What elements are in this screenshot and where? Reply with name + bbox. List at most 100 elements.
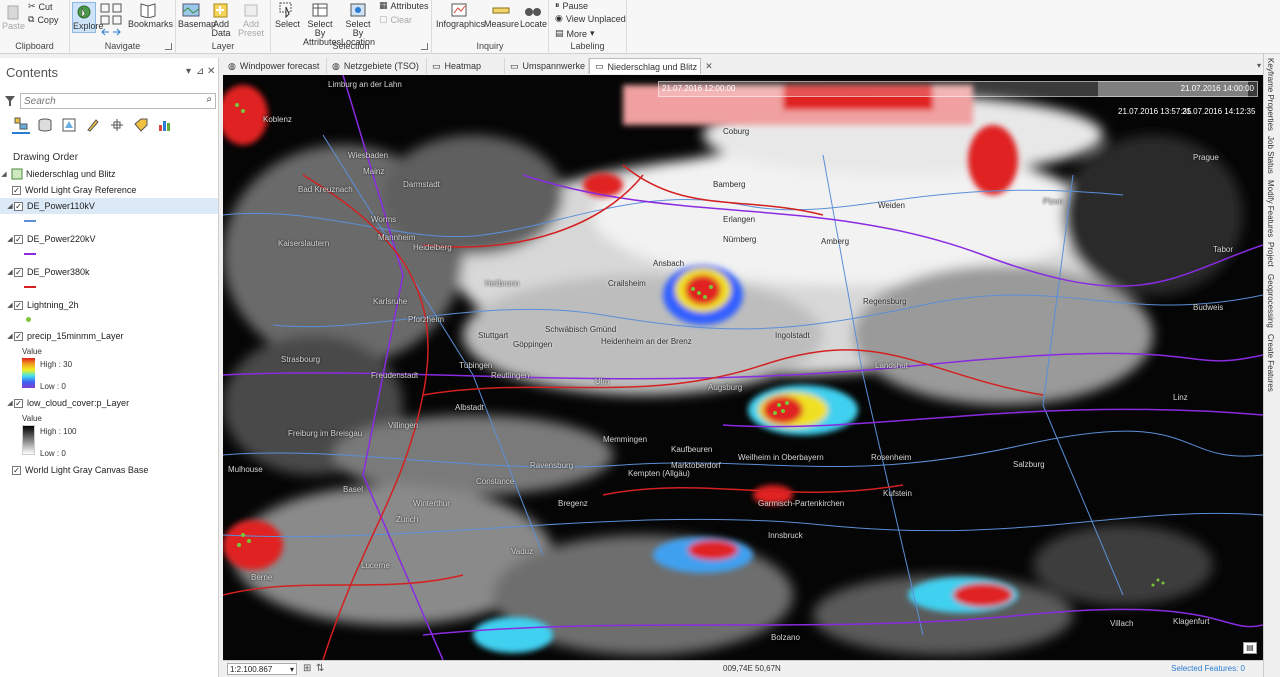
fixed-scale-icon[interactable]: ⊞ bbox=[303, 663, 311, 674]
tab-netzgebiete[interactable]: ◍ Netzgebiete (TSO) bbox=[327, 58, 427, 74]
map-status-bar: 1:2.100.867 ▾ ⊞ ⇅ 009,74E 50,67N Selected… bbox=[223, 660, 1263, 677]
selection-group: Select Select By Attributes Select By Lo… bbox=[271, 0, 432, 54]
measure-button[interactable]: Measure bbox=[484, 2, 519, 29]
cloud-legend-value-label: Value bbox=[22, 414, 42, 423]
map-label: Heidenheim an der Brenz bbox=[601, 337, 692, 346]
time-extent-handle[interactable] bbox=[1098, 81, 1248, 97]
contents-pane: Contents ▾ ⊿ ✕ ⌕ Drawing Order ◢ bbox=[0, 58, 219, 677]
dock-tab-modify-features[interactable]: Modify Features bbox=[1266, 180, 1275, 237]
view-unplaced-button[interactable]: ◉ View Unplaced bbox=[555, 13, 626, 24]
toc-layer-lightning-2h[interactable]: ◢ ✓ Lightning_2h bbox=[0, 297, 218, 313]
close-tab-icon[interactable]: ✕ bbox=[705, 61, 713, 72]
dock-tab-project[interactable]: Project bbox=[1266, 242, 1275, 267]
toc-layer-world-light-gray-canvas-base[interactable]: ✓ World Light Gray Canvas Base bbox=[0, 462, 218, 478]
cut-button[interactable]: ✂ Cut bbox=[28, 1, 53, 12]
list-by-selection-button[interactable] bbox=[60, 116, 78, 134]
toc-layer-de-power110kv[interactable]: ◢ ✓ DE_Power110kV bbox=[0, 198, 218, 214]
map-label: Ravensburg bbox=[530, 461, 574, 470]
lightning-point-symbol bbox=[26, 317, 31, 322]
toc-layer-de-power380k[interactable]: ◢ ✓ DE_Power380k bbox=[0, 264, 218, 280]
collapse-icon[interactable]: ◢ bbox=[0, 170, 8, 178]
locate-button[interactable]: Locate bbox=[520, 2, 547, 29]
layer-visibility-checkbox[interactable]: ✓ bbox=[14, 267, 23, 277]
map-view-tabs: ◍ Windpower forecast ◍ Netzgebiete (TSO) ▭… bbox=[223, 58, 1263, 74]
filter-icon[interactable] bbox=[5, 96, 15, 106]
layer-visibility-checkbox[interactable]: ✓ bbox=[12, 185, 21, 195]
map-label: Limburg an der Lahn bbox=[328, 80, 402, 89]
bookmarks-button[interactable]: Bookmarks bbox=[128, 2, 173, 29]
add-data-button[interactable]: Add Data bbox=[210, 2, 232, 38]
map-label: Bad Kreuznach bbox=[298, 185, 353, 194]
toc-layer-de-power220kv[interactable]: ◢ ✓ DE_Power220kV bbox=[0, 231, 218, 247]
tab-overflow-icon[interactable]: ▾ bbox=[1257, 61, 1261, 70]
pause-button[interactable]: ⏸ Pause bbox=[555, 0, 588, 11]
dock-tab-job-status[interactable]: Job Status bbox=[1266, 136, 1275, 174]
toc-map-node[interactable]: ◢ Niederschlag und Blitz bbox=[0, 166, 218, 182]
dock-tab-geoprocessing[interactable]: Geoprocessing bbox=[1266, 274, 1275, 328]
dock-tab-keyframe-properties[interactable]: Keyframe Properties bbox=[1266, 58, 1275, 131]
layer-visibility-checkbox[interactable]: ✓ bbox=[12, 465, 21, 475]
map-label: Heidelberg bbox=[413, 243, 452, 252]
attributes-button[interactable]: ▦ Attributes bbox=[379, 0, 429, 11]
explore-button[interactable]: Explore bbox=[72, 2, 104, 33]
tab-windpower-forecast[interactable]: ◍ Windpower forecast bbox=[223, 58, 327, 74]
current-time-start: 21.07.2016 13:57:35 bbox=[1118, 107, 1192, 116]
layer-visibility-checkbox[interactable]: ✓ bbox=[14, 331, 23, 341]
time-start-label: 21.07.2016 12:00:00 bbox=[662, 84, 736, 93]
list-by-editing-button[interactable] bbox=[84, 116, 102, 134]
add-preset-button[interactable]: Add Preset bbox=[238, 2, 264, 38]
globe-tab-icon: ◍ bbox=[332, 60, 340, 71]
paste-button[interactable]: Paste bbox=[2, 4, 25, 31]
layer-visibility-checkbox[interactable]: ✓ bbox=[14, 234, 23, 244]
pin-icon[interactable]: ⊿ bbox=[196, 66, 204, 77]
globe-cursor-icon bbox=[77, 5, 91, 19]
tab-umspannwerke[interactable]: ▭ Umspannwerke bbox=[505, 58, 589, 74]
list-by-labeling-button[interactable] bbox=[132, 116, 150, 134]
map-label: Constance bbox=[476, 477, 515, 486]
list-by-snapping-button[interactable] bbox=[108, 116, 126, 134]
collapse-icon[interactable]: ◢ bbox=[6, 268, 14, 276]
copy-button[interactable]: ⧉ Copy bbox=[28, 14, 58, 25]
zoom-tools-icon[interactable] bbox=[100, 3, 124, 37]
toc-layer-world-light-gray-reference[interactable]: ✓ World Light Gray Reference bbox=[0, 182, 218, 198]
basemap-button[interactable]: Basemap bbox=[178, 2, 216, 29]
map-tab-icon: ▭ bbox=[510, 60, 519, 71]
search-icon[interactable]: ⌕ bbox=[206, 94, 212, 105]
dock-tab-create-features[interactable]: Create Features bbox=[1266, 334, 1275, 392]
map-label: Heilbronn bbox=[485, 279, 520, 288]
layer-visibility-checkbox[interactable]: ✓ bbox=[14, 300, 23, 310]
more-button[interactable]: ▤ More ▾ bbox=[555, 28, 595, 39]
pane-menu-icon[interactable]: ▾ bbox=[186, 66, 191, 77]
selection-launcher[interactable] bbox=[421, 43, 428, 50]
map-notes-icon[interactable]: ▤ bbox=[1243, 642, 1257, 654]
collapse-icon[interactable]: ◢ bbox=[6, 399, 14, 407]
map-view[interactable]: Limburg an der Lahn Koblenz Wiesbaden Ma… bbox=[223, 75, 1263, 660]
map-tab-icon: ▭ bbox=[595, 61, 604, 71]
list-by-charts-button[interactable] bbox=[156, 116, 174, 134]
layer-visibility-checkbox[interactable]: ✓ bbox=[14, 398, 23, 408]
layer-visibility-checkbox[interactable]: ✓ bbox=[14, 201, 23, 211]
tab-niederschlag-und-blitz[interactable]: ▭ Niederschlag und Blitz ✕ bbox=[589, 58, 713, 74]
lock-scale-icon[interactable]: ⇅ bbox=[316, 663, 324, 674]
scale-selector[interactable]: 1:2.100.867 ▾ bbox=[227, 663, 297, 675]
navigate-launcher[interactable] bbox=[165, 43, 172, 50]
collapse-icon[interactable]: ◢ bbox=[6, 202, 14, 210]
collapse-icon[interactable]: ◢ bbox=[6, 235, 14, 243]
search-input[interactable] bbox=[21, 94, 196, 108]
map-label: Garmisch-Partenkirchen bbox=[758, 499, 845, 508]
list-by-drawing-order-button[interactable] bbox=[12, 116, 30, 134]
clear-icon: ▢ bbox=[379, 14, 388, 24]
list-by-data-source-button[interactable] bbox=[36, 116, 54, 134]
close-icon[interactable]: ✕ bbox=[207, 66, 215, 77]
select-button[interactable]: Select bbox=[275, 2, 300, 29]
drawing-order-icon bbox=[14, 117, 28, 130]
selected-features-count[interactable]: Selected Features: 0 bbox=[1171, 664, 1245, 673]
clear-button[interactable]: ▢ Clear bbox=[379, 14, 412, 25]
time-slider[interactable]: 21.07.2016 12:00:00 21.07.2016 14:00:00 … bbox=[658, 81, 1258, 123]
toc-layer-low-cloud-cover[interactable]: ◢ ✓ low_cloud_cover:p_Layer bbox=[0, 395, 218, 411]
toc-layer-precip[interactable]: ◢ ✓ precip_15minmm_Layer bbox=[0, 328, 218, 344]
tab-heatmap[interactable]: ▭ Heatmap bbox=[427, 58, 505, 74]
collapse-icon[interactable]: ◢ bbox=[6, 332, 14, 340]
infographics-button[interactable]: Infographics bbox=[436, 2, 485, 29]
collapse-icon[interactable]: ◢ bbox=[6, 301, 14, 309]
